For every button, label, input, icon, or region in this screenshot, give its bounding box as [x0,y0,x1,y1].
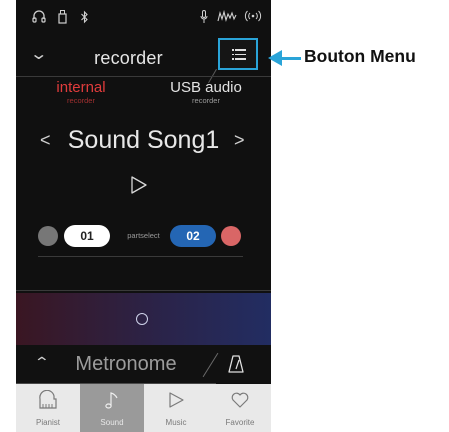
tab-label: USB audio [170,79,242,96]
bottom-navigation: Pianist Sound Music Favorite [16,384,271,432]
next-song-button[interactable]: > [234,130,245,151]
play-icon [169,392,184,408]
nav-label: Pianist [35,418,60,427]
tab-sublabel: recorder [67,96,95,105]
headphones-icon [32,10,46,23]
phone-screen: ⌄ recorder internal recorder USB audio r… [16,0,271,432]
tab-internal-recorder[interactable]: internal recorder [26,80,136,106]
metronome-bar[interactable]: ⌃ Metronome [16,345,271,383]
page-title: recorder [94,48,163,68]
nav-sound[interactable]: Sound [80,384,144,432]
part-selector: 01 partselect 02 [16,224,271,250]
part2-button[interactable]: 02 [170,225,216,247]
recording-visual-panel[interactable] [16,293,271,345]
tab-usb-audio-recorder[interactable]: USB audio recorder [151,80,261,106]
list-menu-icon [232,49,246,60]
nav-favorite[interactable]: Favorite [208,384,271,432]
nav-music[interactable]: Music [144,384,208,432]
section-divider [16,290,271,291]
piano-icon [39,390,57,409]
metronome-label: Metronome [75,353,177,375]
header-underline [16,76,271,77]
record-ring-icon [136,313,148,325]
usb-memory-icon [58,10,67,24]
nav-label: Favorite [225,418,255,427]
metronome-icon[interactable] [228,355,244,373]
nav-label: Music [165,418,187,427]
menu-button[interactable] [218,38,258,70]
mixer-icon [217,10,237,22]
microphone-icon [200,10,208,23]
status-bar [16,0,271,34]
tab-label: internal [56,79,106,96]
bluetooth-icon [81,10,88,24]
callout-label: Bouton Menu [304,46,416,66]
nav-pianist[interactable]: Pianist [16,384,80,432]
callout-arrow-line [273,57,301,60]
tab-sublabel: recorder [192,96,220,105]
nav-label: Sound [100,418,124,427]
parts-underline [38,256,243,257]
song-selector: < Sound Song1 > [16,126,271,158]
play-button[interactable] [129,175,149,195]
song-name: Sound Song1 [67,126,220,154]
wireless-icon [244,10,262,22]
heart-icon [231,392,249,408]
music-note-icon [105,392,118,409]
part2-record-indicator[interactable] [221,226,241,246]
